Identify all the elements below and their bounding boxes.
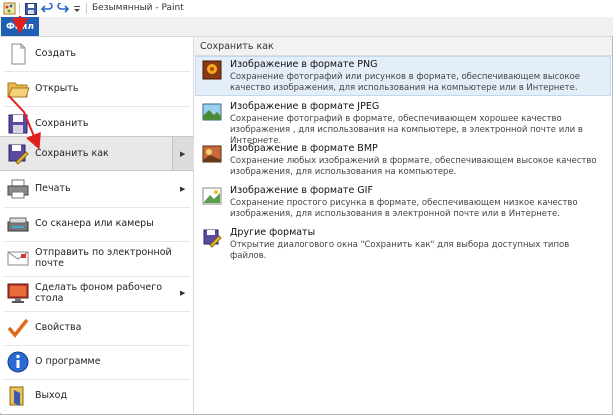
ribbon-strip <box>0 17 613 37</box>
file-tab-button[interactable]: Файл <box>1 17 39 36</box>
submenu-arrow-icon: ▶ <box>180 149 186 158</box>
menu-item-scanner[interactable]: Со сканера или камеры <box>0 207 193 240</box>
quick-save-icon[interactable] <box>24 2 37 15</box>
menu-item-save[interactable]: Сохранить <box>0 107 193 140</box>
menu-item-label: Создать <box>35 48 77 59</box>
undo-icon[interactable] <box>40 2 53 15</box>
save-option-gif[interactable]: Изображение в формате GIF Сохранение про… <box>196 183 610 221</box>
menu-item-label: Сохранить <box>35 118 89 129</box>
scanner-icon <box>6 212 30 236</box>
save-as-panel: Сохранить как Изображение в формате PNG … <box>194 37 612 413</box>
save-option-bmp[interactable]: Изображение в формате BMP Сохранение люб… <box>196 141 610 179</box>
gif-image-icon <box>202 186 222 206</box>
jpeg-image-icon <box>202 102 222 122</box>
file-menu: Создать Открыть Сохранить Сохранить как … <box>0 37 194 413</box>
save-option-title: Изображение в формате GIF <box>230 185 373 196</box>
menu-item-label: Со сканера или камеры <box>35 218 154 229</box>
title-bar: Безымянный - Paint <box>0 0 613 17</box>
info-icon <box>6 350 30 374</box>
save-option-description: Сохранение любых изображений в формате, … <box>230 156 597 177</box>
menu-item-label: Открыть <box>35 83 79 94</box>
menu-item-new[interactable]: Создать <box>0 37 193 70</box>
save-option-title: Изображение в формате JPEG <box>230 101 380 112</box>
png-image-icon <box>202 60 222 80</box>
save-as-heading-text: Сохранить как <box>200 41 274 52</box>
open-folder-icon <box>6 77 30 101</box>
menu-item-label: О программе <box>35 356 101 367</box>
save-option-description: Открытие диалогового окна "Сохранить как… <box>230 240 570 261</box>
title-separator-2 <box>86 3 87 14</box>
menu-item-label: Сделать фоном рабочего стола <box>35 281 163 304</box>
menu-item-about[interactable]: О программе <box>0 345 193 378</box>
menu-item-set-desktop-background[interactable]: Сделать фоном рабочего стола ▶ <box>0 276 193 309</box>
save-option-jpeg[interactable]: Изображение в формате JPEG Сохранение фо… <box>196 99 610 146</box>
menu-item-save-as[interactable]: Сохранить как ▶ <box>0 136 194 171</box>
new-file-icon <box>6 42 30 66</box>
other-formats-icon <box>202 228 222 248</box>
menu-item-open[interactable]: Открыть <box>0 72 193 105</box>
menu-item-label: Свойства <box>35 322 82 333</box>
menu-item-properties[interactable]: Свойства <box>0 311 193 344</box>
menu-item-label: Выход <box>35 390 68 401</box>
save-option-description: Сохранение фотографий или рисунков в фор… <box>230 72 581 93</box>
save-option-title: Изображение в формате PNG <box>230 59 378 70</box>
window-title: Безымянный - Paint <box>92 3 184 13</box>
title-separator <box>19 3 20 14</box>
submenu-arrow-icon: ▶ <box>180 288 186 297</box>
save-option-png[interactable]: Изображение в формате PNG Сохранение фот… <box>195 56 611 96</box>
exit-icon <box>6 384 30 408</box>
paint-app-icon[interactable] <box>2 2 16 15</box>
menu-item-label: Сохранить как <box>35 148 109 159</box>
save-option-other-formats[interactable]: Другие форматы Открытие диалогового окна… <box>196 225 610 261</box>
email-icon <box>6 246 30 270</box>
bmp-image-icon <box>202 144 222 164</box>
menu-item-label: Печать <box>35 183 71 194</box>
checkmark-icon <box>6 316 30 340</box>
menu-item-email[interactable]: Отправить по электронной почте <box>0 241 193 274</box>
save-option-title: Другие форматы <box>230 227 316 238</box>
menu-item-exit[interactable]: Выход <box>0 379 193 412</box>
menu-item-label: Отправить по электронной почте <box>35 246 172 269</box>
save-option-description: Сохранение простого рисунка в формате, о… <box>230 198 578 219</box>
save-disk-icon <box>6 112 30 136</box>
redo-icon[interactable] <box>56 2 69 15</box>
desktop-background-icon <box>6 281 30 305</box>
printer-icon <box>6 177 30 201</box>
save-option-title: Изображение в формате BMP <box>230 143 378 154</box>
submenu-arrow-icon: ▶ <box>180 184 186 193</box>
customize-toolbar-chevron-icon[interactable] <box>72 2 82 15</box>
save-as-icon <box>6 142 30 166</box>
menu-item-print[interactable]: Печать ▶ <box>0 172 193 205</box>
save-as-heading: Сохранить как <box>194 37 612 56</box>
